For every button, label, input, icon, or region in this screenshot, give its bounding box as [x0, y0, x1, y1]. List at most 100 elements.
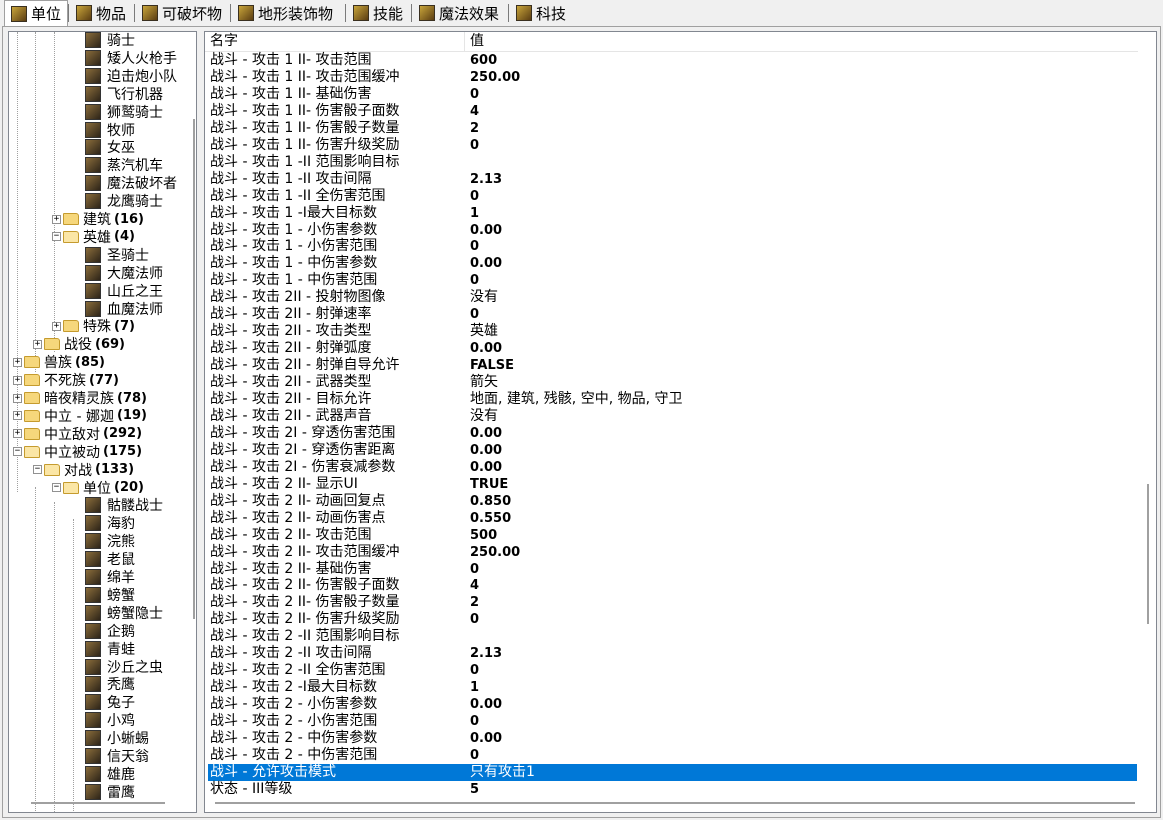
tree-unit-item[interactable]: 老鼠 [85, 550, 135, 568]
list-row[interactable]: 战斗 - 攻击 1 -II 攻击间隔 2.13 [205, 171, 1138, 188]
list-row[interactable]: 战斗 - 攻击 2 -II 范围影响目标 [205, 628, 1138, 645]
tree-unit-item[interactable]: 秃鹰 [85, 675, 135, 693]
column-header-name[interactable]: 名字 [205, 32, 465, 51]
list-row[interactable]: 战斗 - 攻击 1 II- 基础伤害 0 [205, 86, 1138, 103]
list-row[interactable]: 战斗 - 攻击 1 II- 攻击范围 600 [205, 52, 1138, 69]
tree-unit-item[interactable]: 女巫 [85, 138, 135, 156]
tab-7[interactable]: 科技 [510, 2, 576, 24]
tree-unit-item[interactable]: 狮鹫骑士 [85, 103, 163, 121]
tree-unit-item[interactable]: 小蜥蜴 [85, 729, 149, 747]
tree-unit-item[interactable]: 青蛙 [85, 640, 135, 658]
expand-toggle[interactable]: + [13, 411, 22, 421]
list-row[interactable]: 战斗 - 攻击 1 II- 伤害骰子面数 4 [205, 103, 1138, 120]
tree-folder-special[interactable]: + 特殊 (7) [52, 317, 135, 335]
list-row[interactable]: 战斗 - 攻击 2 II- 伤害骰子面数 4 [205, 577, 1138, 594]
list-horizontal-scrollbar[interactable] [215, 802, 1135, 804]
list-row[interactable]: 战斗 - 攻击 2II - 投射物图像 没有 [205, 289, 1138, 306]
list-row[interactable]: 战斗 - 攻击 2 II- 攻击范围 500 [205, 527, 1138, 544]
list-row[interactable]: 战斗 - 攻击 1 II- 伤害升级奖励 0 [205, 137, 1138, 154]
tab-2[interactable]: 物品 [70, 2, 134, 24]
list-vertical-scrollbar[interactable] [1141, 32, 1156, 812]
tree-unit-item[interactable]: 龙鹰骑士 [85, 192, 163, 210]
list-row[interactable]: 战斗 - 攻击 2II - 射弹自导允许 FALSE [205, 357, 1138, 374]
list-row[interactable]: 战斗 - 攻击 2I - 伤害衰减参数 0.00 [205, 459, 1138, 476]
tree-folder-campaign[interactable]: + 战役 (69) [33, 335, 125, 353]
list-scroll-thumb[interactable] [1147, 484, 1149, 624]
tree-unit-item[interactable]: 绵羊 [85, 568, 135, 586]
tree-unit-item[interactable]: 兔子 [85, 693, 135, 711]
expand-toggle[interactable]: + [13, 375, 22, 385]
list-row[interactable]: 战斗 - 攻击 2II - 目标允许 地面, 建筑, 残骸, 空中, 物品, 守卫 [205, 391, 1138, 408]
list-row[interactable]: 战斗 - 攻击 2II - 武器类型 箭矢 [205, 374, 1138, 391]
list-row[interactable]: 战斗 - 攻击 2 II- 动画伤害点 0.550 [205, 510, 1138, 527]
tree-folder-race[interactable]: + 中立 - 娜迦 (19) [13, 407, 147, 425]
list-row[interactable]: 战斗 - 攻击 2 - 小伤害范围 0 [205, 713, 1138, 730]
tree-unit-item[interactable]: 骷髅战士 [85, 496, 163, 514]
list-row[interactable]: 战斗 - 攻击 1 - 小伤害参数 0.00 [205, 222, 1138, 239]
tree-unit-item[interactable]: 螃蟹 [85, 586, 135, 604]
tree-folder-units[interactable]: − 单位 (20) [52, 479, 144, 497]
list-row[interactable]: 战斗 - 攻击 1 II- 攻击范围缓冲 250.00 [205, 69, 1138, 86]
tab-3[interactable]: 可破坏物 [136, 2, 230, 24]
tree-hero-item[interactable]: 大魔法师 [85, 264, 163, 282]
list-row[interactable]: 战斗 - 攻击 1 -I最大目标数 1 [205, 205, 1138, 222]
tree-folder-melee[interactable]: − 对战 (133) [33, 461, 134, 479]
expand-toggle[interactable]: + [52, 214, 61, 224]
tree-unit-item[interactable]: 企鹅 [85, 622, 135, 640]
tree-vertical-scrollbar[interactable] [189, 32, 196, 812]
list-row[interactable]: 战斗 - 攻击 1 - 中伤害范围 0 [205, 272, 1138, 289]
tree-scroll-thumb[interactable] [193, 119, 195, 619]
expand-toggle[interactable]: − [13, 447, 22, 457]
tree-folder-race[interactable]: + 不死族 (77) [13, 371, 119, 389]
list-row[interactable]: 战斗 - 攻击 2 -I最大目标数 1 [205, 679, 1138, 696]
expand-toggle[interactable]: − [52, 483, 61, 492]
tab-1[interactable]: 单位 [4, 0, 68, 26]
list-row[interactable]: 战斗 - 攻击 2I - 穿透伤害距离 0.00 [205, 442, 1138, 459]
list-row[interactable]: 战斗 - 攻击 2 II- 基础伤害 0 [205, 561, 1138, 578]
list-row[interactable]: 战斗 - 攻击 2I - 穿透伤害范围 0.00 [205, 425, 1138, 442]
expand-toggle[interactable]: − [52, 232, 61, 242]
list-row[interactable]: 战斗 - 攻击 2 - 中伤害参数 0.00 [205, 730, 1138, 747]
tree-unit-item[interactable]: 浣熊 [85, 532, 135, 550]
tree-unit-item[interactable]: 矮人火枪手 [85, 49, 177, 67]
expand-toggle[interactable]: + [13, 429, 22, 439]
tree-unit-item[interactable]: 小鸡 [85, 711, 135, 729]
list-row[interactable]: 战斗 - 攻击 2 II- 攻击范围缓冲 250.00 [205, 544, 1138, 561]
tree-hero-item[interactable]: 血魔法师 [85, 300, 163, 318]
tree-folder-race[interactable]: + 中立敌对 (292) [13, 425, 142, 443]
list-row[interactable]: 战斗 - 攻击 1 - 中伤害参数 0.00 [205, 255, 1138, 272]
list-row[interactable]: 战斗 - 攻击 1 - 小伤害范围 0 [205, 238, 1138, 255]
tree-horizontal-scrollbar[interactable] [31, 802, 165, 804]
list-row[interactable]: 战斗 - 攻击 2 II- 显示UI TRUE [205, 476, 1138, 493]
tab-5[interactable]: 技能 [347, 2, 411, 24]
tree-unit-item[interactable]: 信天翁 [85, 747, 149, 765]
tree-folder-building[interactable]: + 建筑 (16) [52, 210, 144, 228]
expand-toggle[interactable]: + [52, 321, 61, 331]
tree-unit-item[interactable]: 飞行机器 [85, 85, 163, 103]
tree-unit-item[interactable]: 迫击炮小队 [85, 67, 177, 85]
tree-unit-item[interactable]: 牧师 [85, 121, 135, 139]
list-row[interactable]: 战斗 - 攻击 1 -II 全伤害范围 0 [205, 188, 1138, 205]
expand-toggle[interactable]: + [33, 339, 42, 349]
list-row-selected[interactable]: 战斗 - 允许攻击模式 只有攻击1 [208, 763, 1137, 781]
tree-unit-item[interactable]: 海豹 [85, 514, 135, 532]
list-row[interactable]: 战斗 - 攻击 2 II- 动画回复点 0.850 [205, 493, 1138, 510]
expand-toggle[interactable]: + [13, 393, 22, 403]
expand-toggle[interactable]: − [33, 465, 42, 475]
tree-unit-item[interactable]: 骑士 [85, 32, 135, 49]
tree-unit-item[interactable]: 雷鹰 [85, 783, 135, 801]
list-row[interactable]: 战斗 - 攻击 1 II- 伤害骰子数量 2 [205, 120, 1138, 137]
list-row[interactable]: 战斗 - 攻击 2II - 攻击类型 英雄 [205, 323, 1138, 340]
column-header-value[interactable]: 值 [465, 32, 1138, 51]
tree-hero-item[interactable]: 圣骑士 [85, 246, 149, 264]
list-row[interactable]: 战斗 - 攻击 2 II- 伤害升级奖励 0 [205, 611, 1138, 628]
list-row[interactable]: 战斗 - 攻击 2 -II 攻击间隔 2.13 [205, 645, 1138, 662]
list-row[interactable]: 战斗 - 攻击 1 -II 范围影响目标 [205, 154, 1138, 171]
list-row[interactable]: 战斗 - 攻击 2II - 武器声音 没有 [205, 408, 1138, 425]
tree-unit-item[interactable]: 蒸汽机车 [85, 156, 163, 174]
tree-folder-race[interactable]: − 中立被动 (175) [13, 443, 142, 461]
tab-4[interactable]: 地形装饰物 [232, 2, 345, 24]
list-row[interactable]: 战斗 - 攻击 2II - 射弹速率 0 [205, 306, 1138, 323]
list-row[interactable]: 状态 - III等级 5 [205, 781, 1138, 798]
list-row[interactable]: 战斗 - 攻击 2II - 射弹弧度 0.00 [205, 340, 1138, 357]
